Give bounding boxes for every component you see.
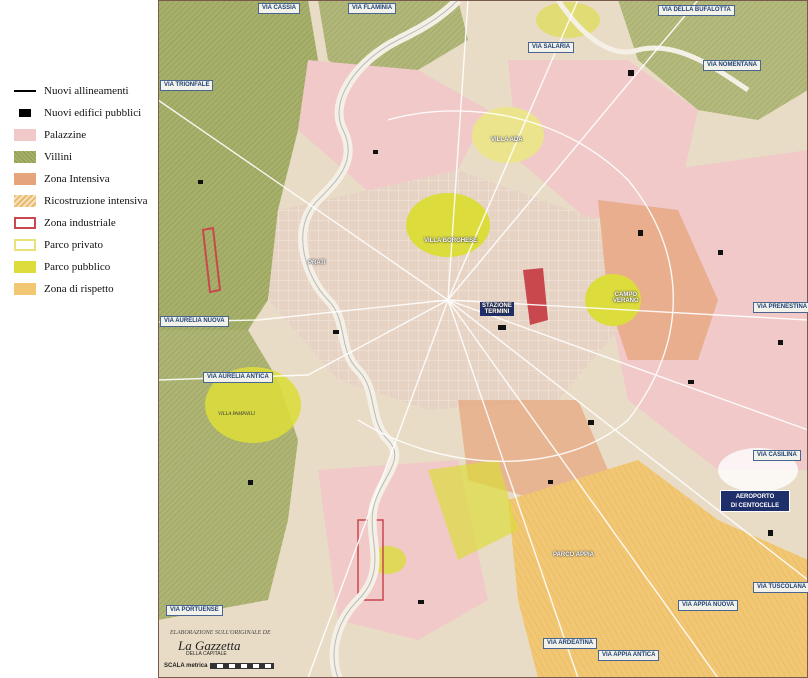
map-legend: Nuovi allineamenti Nuovi edifici pubblic… [0,80,158,300]
place-label-villa-borghese: VILLA BORGHESE [424,238,478,244]
road-label-via-ardeatina: VIA ARDEATINA [543,638,598,649]
park-villa-borghese [406,193,490,257]
swatch-intensiva-icon [14,173,36,185]
legend-label: Nuovi edifici pubblici [44,107,142,119]
road-label-via-prenestina: VIA PRENESTINA [753,302,808,313]
legend-label: Nuovi allineamenti [44,85,129,97]
place-label-prati: PRATI [308,260,326,266]
legend-label: Parco pubblico [44,261,111,273]
road-label-via-cassia: VIA CASSIA [258,3,301,14]
legend-label: Zona di rispetto [44,283,114,295]
legend-item-zona-intensiva: Zona Intensiva [0,168,158,190]
legend-label: Zona Intensiva [44,173,110,185]
swatch-villini-icon [14,151,36,163]
legend-item-parco-privato: Parco privato [0,234,158,256]
legend-item-zona-rispetto: Zona di rispetto [0,278,158,300]
road-label-via-tuscolana: VIA TUSCOLANA [753,582,808,593]
city-map[interactable]: VIA CASSIA VIA FLAMINIA VIA SALARIA VIA … [158,0,808,678]
road-label-via-appia-antica: VIA APPIA ANTICA [598,650,660,661]
legend-item-nuovi-allineamenti: Nuovi allineamenti [0,80,158,102]
legend-item-ricostruzione: Ricostruzione intensiva [0,190,158,212]
legend-item-parco-pubblico: Parco pubblico [0,256,158,278]
road-label-via-trionfale: VIA TRIONFALE [160,80,214,91]
legend-item-palazzine: Palazzine [0,124,158,146]
legend-item-nuovi-edifici: Nuovi edifici pubblici [0,102,158,124]
scale-bar-icon [210,663,275,669]
place-label-campo-verano: CAMPO VERANO [613,292,639,304]
road-label-via-nomentana: VIA NOMENTANA [703,60,761,71]
road-label-via-aurelia-nuova: VIA AURELIA NUOVA [160,316,229,327]
legend-label: Ricostruzione intensiva [44,195,148,207]
scale-label: SCALA metrica [164,663,208,669]
swatch-ricostruzione-icon [14,195,36,207]
map-scale: SCALA metrica [164,663,275,669]
legend-label: Palazzine [44,129,87,141]
map-credit: ELABORAZIONE SULL'ORIGINALE DE [170,630,271,636]
swatch-block-icon [19,109,31,117]
legend-label: Parco privato [44,239,103,251]
swatch-line-icon [14,90,36,92]
road-label-via-aurelia-antica: VIA AURELIA ANTICA [203,372,273,383]
gazzetta-logo-sub: DELLA CAPITALE [186,651,227,657]
place-label-stazione-termini: STAZIONE TERMINI [480,302,514,316]
place-label-villa-pamphili: VILLA PAMPHILI [218,412,255,417]
airport-label: AEROPORTO DI CENTOCELLE [720,490,790,512]
road-label-via-portuense: VIA PORTUENSE [166,605,223,616]
road-label-via-appia-nuova: VIA APPIA NUOVA [678,600,739,611]
road-label-via-flaminia: VIA FLAMINIA [348,3,397,14]
road-label-via-salaria: VIA SALARIA [528,42,575,53]
swatch-rispetto-icon [14,283,36,295]
swatch-palazzine-icon [14,129,36,141]
park-north [536,2,600,38]
swatch-industriale-icon [14,217,36,229]
swatch-parco-pubblico-icon [14,261,36,273]
airport-label-text: AEROPORTO DI CENTOCELLE [730,494,780,509]
road-label-via-casilina: VIA CASILINA [753,450,801,461]
map-canvas [158,0,808,678]
place-label-villa-ada: VILLA ADA [491,137,523,143]
place-label-parco-appia: PARCO APPIA [553,552,595,558]
park-villa-ada [472,107,544,163]
legend-item-zona-industriale: Zona industriale [0,212,158,234]
road-label-via-bufalotta: VIA DELLA BUFALOTTA [658,5,735,16]
swatch-parco-privato-icon [14,239,36,251]
legend-label: Villini [44,151,73,163]
legend-item-villini: Villini [0,146,158,168]
legend-label: Zona industriale [44,217,116,229]
